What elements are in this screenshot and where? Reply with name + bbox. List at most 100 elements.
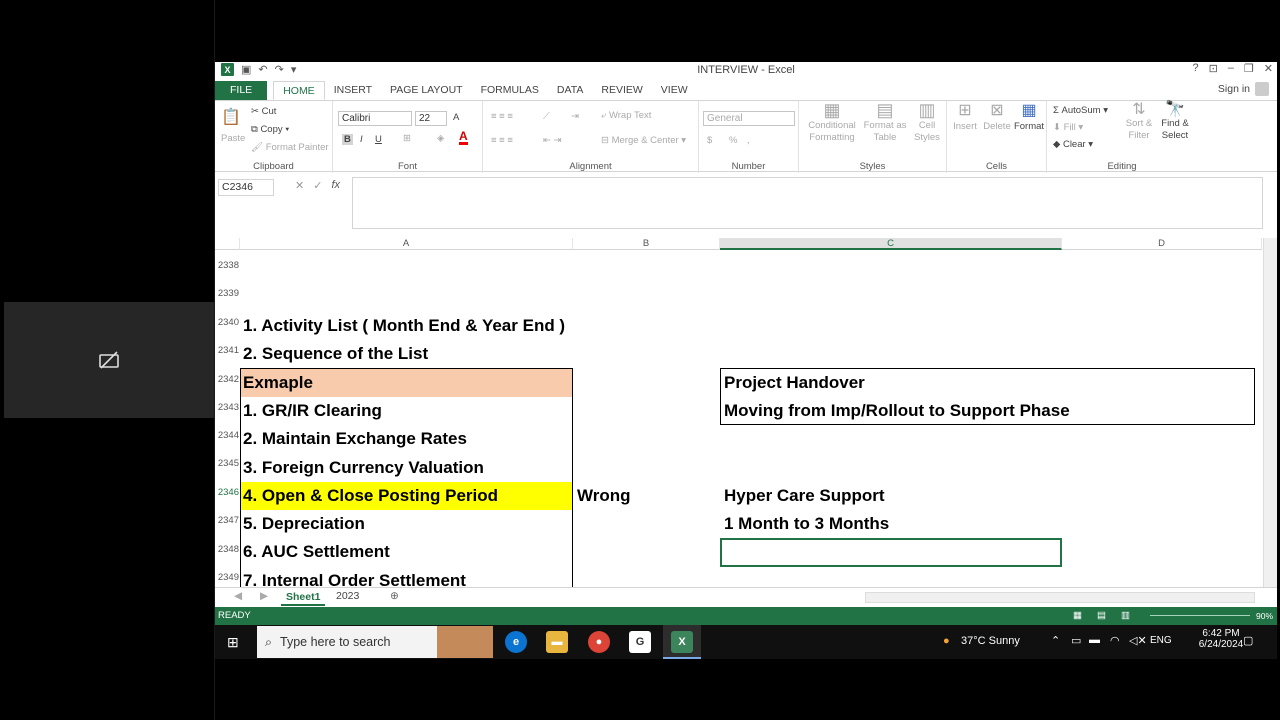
sheet-tab-sheet1[interactable]: Sheet1 (281, 588, 326, 606)
cell-a2346[interactable]: 6. AUC Settlement (243, 538, 390, 566)
conditional-formatting-button[interactable]: ▦ Conditional Formatting (807, 101, 857, 144)
next-sheet-icon[interactable]: ▶ (255, 590, 273, 602)
sort-filter-button[interactable]: ⇅ Sort & Filter (1121, 102, 1157, 142)
cell-styles-button[interactable]: ▥ Cell Styles (909, 101, 945, 144)
cut-button[interactable]: ✂ Cut (251, 106, 276, 117)
page-layout-view-icon[interactable]: ▤ (1097, 607, 1106, 625)
notifications-icon[interactable]: ▢ (1243, 634, 1253, 647)
tab-page-layout[interactable]: PAGE LAYOUT (381, 81, 472, 100)
worksheet-grid[interactable]: A B C D 2338 2339 2340 2341 2342 2343 23… (215, 238, 1277, 594)
weather-text[interactable]: 37°C Sunny (961, 635, 1020, 647)
new-sheet-icon[interactable]: ⊕ (385, 590, 404, 602)
percent-button[interactable]: % (729, 135, 737, 146)
close-icon[interactable]: ✕ (1264, 62, 1273, 75)
tab-file[interactable]: FILE (215, 81, 268, 100)
formula-input[interactable] (352, 177, 1263, 229)
zoom-level[interactable]: 90% (1256, 607, 1273, 625)
file-explorer-icon[interactable]: ▬ (546, 631, 568, 653)
help-icon[interactable]: ? (1192, 62, 1198, 75)
minimize-icon[interactable]: – (1228, 62, 1234, 75)
comma-button[interactable]: , (747, 135, 750, 146)
column-header-d[interactable]: D (1062, 238, 1262, 250)
italic-button[interactable]: I (360, 134, 363, 145)
align-top-icon[interactable]: ≡ ≡ ≡ (491, 111, 513, 122)
merge-center-button[interactable]: ⊟ Merge & Center ▾ (601, 135, 686, 146)
orientation-icon[interactable]: ⟋ (543, 111, 550, 122)
insert-function-icon[interactable]: fx (331, 179, 340, 192)
format-as-table-button[interactable]: ▤ Format as Table (861, 101, 909, 144)
underline-button[interactable]: U (375, 134, 382, 145)
autosum-button[interactable]: Σ AutoSum ▾ (1053, 105, 1108, 116)
number-format-select[interactable]: General (703, 111, 795, 126)
language-indicator[interactable]: ENG (1150, 635, 1172, 646)
google-icon[interactable]: G (629, 631, 651, 653)
zoom-slider[interactable] (1150, 615, 1250, 616)
enter-icon[interactable]: ✓ (313, 179, 322, 192)
page-break-view-icon[interactable]: ▥ (1121, 607, 1130, 625)
delete-cells-button[interactable]: ⊠ Delete (981, 103, 1013, 134)
horizontal-scrollbar[interactable] (865, 592, 1255, 603)
cell-a2343[interactable]: 3. Foreign Currency Valuation (243, 454, 484, 482)
paste-icon[interactable]: 📋 (221, 107, 241, 127)
row-header[interactable]: 2345 (215, 458, 240, 469)
insert-cells-button[interactable]: ⊞ Insert (949, 103, 981, 134)
format-painter-button[interactable]: 🖌 Format Painter (251, 142, 329, 153)
tray-chevron-icon[interactable]: ⌃ (1051, 634, 1060, 647)
select-all-corner[interactable] (215, 238, 240, 250)
tab-insert[interactable]: INSERT (325, 81, 381, 100)
edge-icon[interactable]: e (505, 631, 527, 653)
currency-button[interactable]: $ (707, 135, 712, 146)
video-tile[interactable] (4, 302, 214, 418)
tab-home[interactable]: HOME (273, 81, 325, 100)
row-header[interactable]: 2339 (215, 288, 240, 299)
restore-icon[interactable]: ❐ (1244, 62, 1254, 75)
sign-in-link[interactable]: Sign in (1218, 83, 1250, 95)
copy-button[interactable]: ⧉ Copy ▾ (251, 124, 289, 135)
wifi-icon[interactable]: ◠ (1110, 634, 1120, 647)
decrease-indent-icon[interactable]: ⇤ ⇥ (543, 135, 562, 146)
avatar[interactable] (1255, 82, 1269, 96)
cell-a2339[interactable]: 2. Sequence of the List (243, 340, 428, 368)
find-select-button[interactable]: 🔭 Find & Select (1157, 102, 1193, 142)
chrome-icon[interactable]: ● (588, 631, 610, 653)
row-header[interactable]: 2340 (215, 317, 240, 328)
align-left-icon[interactable]: ≡ ≡ ≡ (491, 135, 513, 146)
selected-cell-c2346[interactable] (720, 538, 1062, 567)
tab-formulas[interactable]: FORMULAS (472, 81, 548, 100)
row-header-selected[interactable]: 2346 (215, 487, 240, 498)
row-header[interactable]: 2349 (215, 572, 240, 583)
cell-b2344[interactable]: Wrong (577, 482, 631, 510)
row-header[interactable]: 2348 (215, 544, 240, 555)
cell-c2345[interactable]: 1 Month to 3 Months (724, 510, 889, 538)
paste-button[interactable]: Paste (221, 133, 245, 144)
clear-button[interactable]: ◆ Clear ▾ (1053, 139, 1093, 150)
sheet-tab-2023[interactable]: 2023 (331, 590, 364, 602)
tray-device-icon[interactable]: ▭ (1071, 634, 1081, 647)
font-name-select[interactable]: Calibri (338, 111, 412, 126)
row-header[interactable]: 2343 (215, 402, 240, 413)
row-header[interactable]: 2344 (215, 430, 240, 441)
cell-a2344[interactable]: 4. Open & Close Posting Period (243, 482, 498, 510)
tab-data[interactable]: DATA (548, 81, 592, 100)
row-header[interactable]: 2341 (215, 345, 240, 356)
indent-icon[interactable]: ⇥ (571, 111, 579, 122)
fill-color-icon[interactable]: ◈ (437, 133, 444, 144)
sign-in[interactable]: Sign in (1218, 82, 1269, 96)
column-header-b[interactable]: B (573, 238, 720, 250)
cell-a2342[interactable]: 2. Maintain Exchange Rates (243, 425, 467, 453)
clock[interactable]: 6:42 PM 6/24/2024 (1195, 628, 1247, 650)
cell-a2345[interactable]: 5. Depreciation (243, 510, 365, 538)
volume-muted-icon[interactable]: ◁✕ (1129, 634, 1147, 647)
row-header[interactable]: 2347 (215, 515, 240, 526)
tab-view[interactable]: VIEW (652, 81, 697, 100)
cell-a2341[interactable]: 1. GR/IR Clearing (243, 397, 382, 425)
tab-review[interactable]: REVIEW (592, 81, 651, 100)
prev-sheet-icon[interactable]: ◀ (229, 590, 247, 602)
font-color-button[interactable]: A (459, 130, 468, 145)
ribbon-display-icon[interactable]: ⊡ (1209, 62, 1218, 75)
column-header-a[interactable]: A (240, 238, 573, 250)
cell-a2338[interactable]: 1. Activity List ( Month End & Year End … (243, 312, 565, 340)
wrap-text-button[interactable]: ⤶ Wrap Text (601, 110, 651, 121)
borders-icon[interactable]: ⊞ (403, 133, 411, 144)
vertical-scrollbar[interactable] (1263, 238, 1277, 587)
